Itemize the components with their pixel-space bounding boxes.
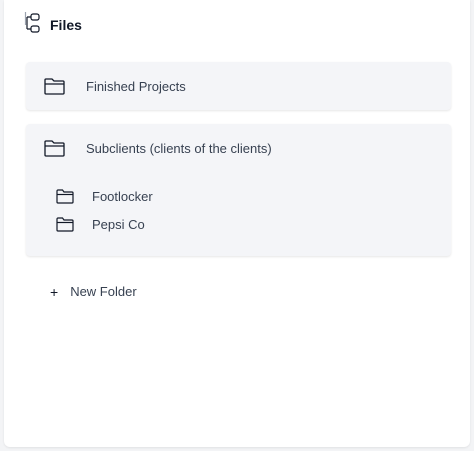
folder-icon xyxy=(44,138,66,158)
page-title: Files xyxy=(50,17,82,33)
folder-item[interactable]: Finished Projects xyxy=(44,76,186,96)
plus-icon: + xyxy=(50,283,59,300)
folder-icon xyxy=(56,216,74,232)
new-folder-label: New Folder xyxy=(70,284,137,299)
file-tree-icon xyxy=(24,11,40,40)
folder-card-subclients[interactable]: Subclients (clients of the clients) Foot… xyxy=(26,124,451,256)
new-folder-button[interactable]: + New Folder xyxy=(50,284,137,299)
folder-label: Subclients (clients of the clients) xyxy=(86,140,272,156)
folder-item[interactable]: Subclients (clients of the clients) xyxy=(44,138,272,158)
subfolder-label: Footlocker xyxy=(92,188,153,204)
folder-icon xyxy=(56,188,74,204)
subfolder-item-pepsi-co[interactable]: Pepsi Co xyxy=(56,216,145,232)
files-header: Files xyxy=(24,11,82,36)
subfolder-label: Pepsi Co xyxy=(92,216,145,232)
folder-label: Finished Projects xyxy=(86,78,186,94)
folder-card-finished-projects[interactable]: Finished Projects xyxy=(26,62,451,110)
folder-icon xyxy=(44,76,66,96)
subfolder-item-footlocker[interactable]: Footlocker xyxy=(56,188,153,204)
files-panel: Files Finished Projects Subclients (clie… xyxy=(4,0,470,447)
